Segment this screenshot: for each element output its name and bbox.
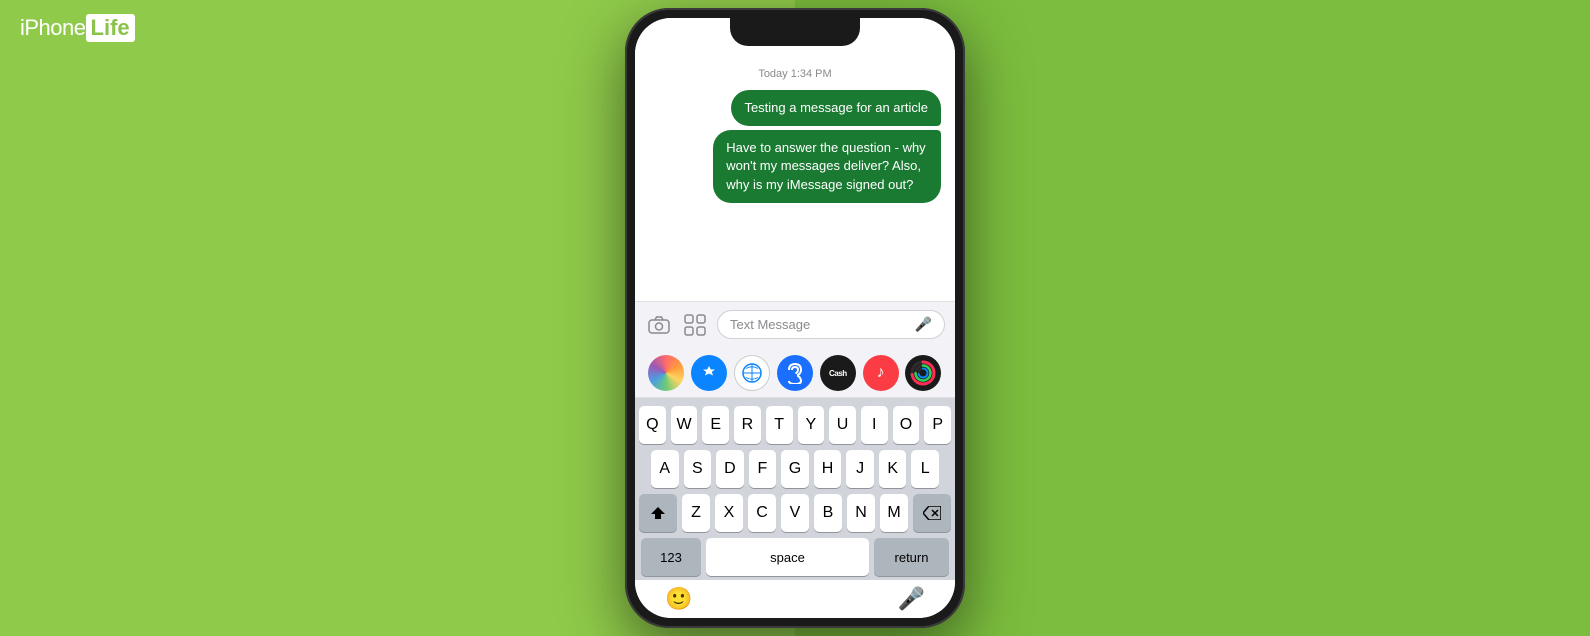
keyboard-row-1: Q W E R T Y U I O P [639,406,951,444]
logo-life-text: Life [86,14,135,42]
camera-icon[interactable] [645,311,673,339]
key-x[interactable]: X [715,494,743,532]
apple-cash-icon[interactable]: Cash [820,355,856,391]
fitness-app-icon[interactable] [905,355,941,391]
shift-key[interactable] [639,494,677,532]
phone-notch [730,18,860,46]
key-w[interactable]: W [671,406,698,444]
message-bubble-1: Testing a message for an article [731,90,941,126]
input-placeholder: Text Message [730,317,810,332]
key-p[interactable]: P [924,406,951,444]
phone-mockup: Today 1:34 PM Testing a message for an a… [625,8,965,628]
key-y[interactable]: Y [798,406,825,444]
phone-screen: Today 1:34 PM Testing a message for an a… [635,18,955,618]
apple-music-icon[interactable]: ♪ [863,355,899,391]
home-bar-area: 🙂 🎤 [635,580,955,618]
safari-app-icon[interactable] [734,355,770,391]
key-l[interactable]: L [911,450,939,488]
key-q[interactable]: Q [639,406,666,444]
key-a[interactable]: A [651,450,679,488]
key-m[interactable]: M [880,494,908,532]
app-icons-row: Cash ♪ [635,347,955,398]
messages-list: Testing a message for an article Have to… [649,90,941,203]
key-f[interactable]: F [749,450,777,488]
message-text-input[interactable]: Text Message 🎤 [717,310,945,339]
key-i[interactable]: I [861,406,888,444]
key-u[interactable]: U [829,406,856,444]
keyboard-bottom-row: 123 space return [639,538,951,576]
keyboard-row-2: A S D F G H J K L [639,450,951,488]
key-s[interactable]: S [684,450,712,488]
messages-area: Today 1:34 PM Testing a message for an a… [635,18,955,301]
key-o[interactable]: O [893,406,920,444]
key-z[interactable]: Z [682,494,710,532]
shazam-app-icon[interactable] [777,355,813,391]
space-key[interactable]: space [706,538,869,576]
key-h[interactable]: H [814,450,842,488]
iphone-life-logo: iPhone Life [20,14,135,42]
keyboard-row-3: Z X C V B N M [639,494,951,532]
numbers-key[interactable]: 123 [641,538,701,576]
photos-app-icon[interactable] [648,355,684,391]
key-g[interactable]: G [781,450,809,488]
backspace-key[interactable] [913,494,951,532]
key-j[interactable]: J [846,450,874,488]
key-t[interactable]: T [766,406,793,444]
keyboard: Q W E R T Y U I O P A S D F G [635,398,955,580]
message-bubble-2: Have to answer the question - why won't … [713,130,941,203]
message-timestamp: Today 1:34 PM [758,68,831,80]
key-d[interactable]: D [716,450,744,488]
logo-iphone-text: iPhone [20,15,86,41]
message-input-bar: Text Message 🎤 [635,301,955,347]
key-c[interactable]: C [748,494,776,532]
key-b[interactable]: B [814,494,842,532]
apps-icon[interactable] [681,311,709,339]
key-r[interactable]: R [734,406,761,444]
mic-icon-bottom[interactable]: 🎤 [898,586,925,612]
mic-icon-input: 🎤 [915,316,932,333]
key-v[interactable]: V [781,494,809,532]
return-key[interactable]: return [874,538,949,576]
key-n[interactable]: N [847,494,875,532]
key-k[interactable]: K [879,450,907,488]
phone-frame: Today 1:34 PM Testing a message for an a… [625,8,965,628]
emoji-icon[interactable]: 🙂 [665,586,692,612]
key-e[interactable]: E [702,406,729,444]
appstore-app-icon[interactable] [691,355,727,391]
